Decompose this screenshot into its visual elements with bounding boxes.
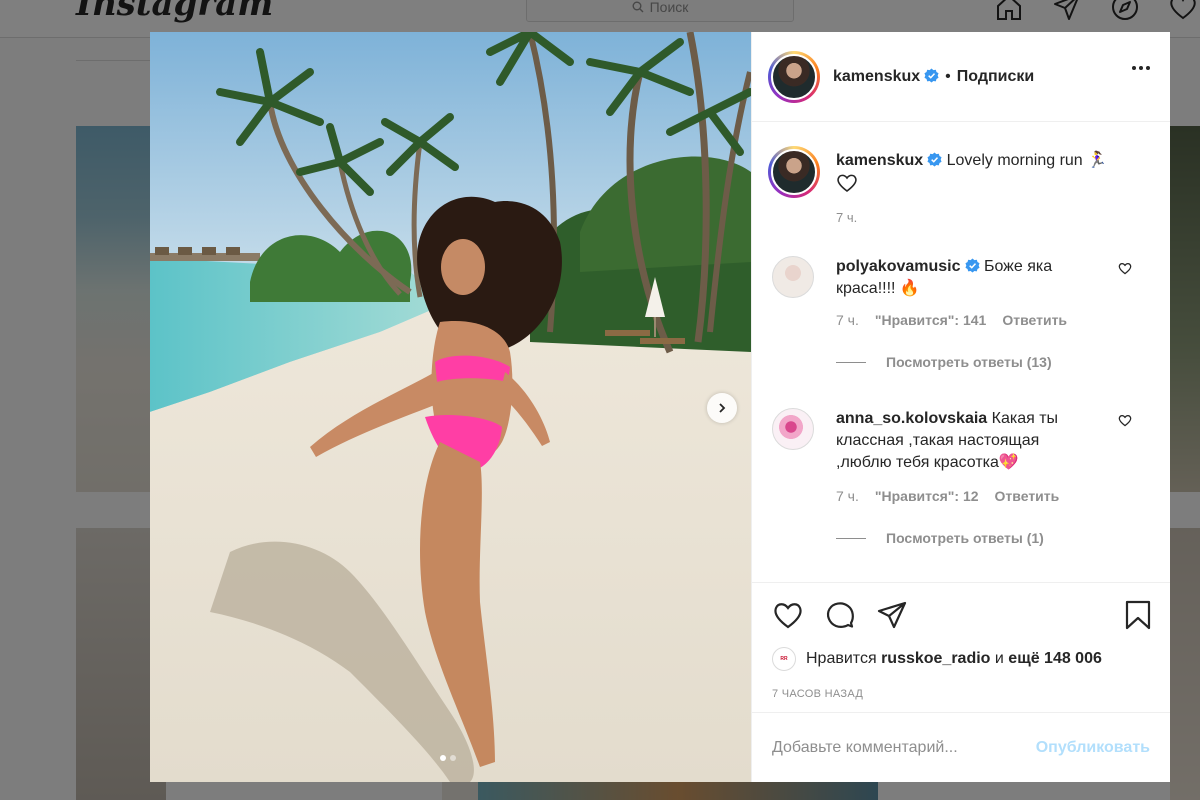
comment-text-block: polyakovamusic Боже яка краса!!!! 🔥 [836, 256, 1086, 300]
comment-time[interactable]: 7 ч. [836, 312, 859, 328]
liker-username[interactable]: russkoe_radio [881, 650, 990, 668]
following-button[interactable]: Подписки [957, 68, 1034, 86]
post-timestamp[interactable]: 7 ЧАСОВ НАЗАД [772, 688, 863, 700]
like-heart-icon[interactable] [772, 599, 804, 631]
carousel-indicator [440, 755, 456, 761]
caption-text: Lovely morning run 🏃‍♀️ [946, 152, 1108, 169]
next-photo-button[interactable] [707, 393, 737, 423]
post-header: kamenskux • Подписки [752, 32, 1170, 122]
comment-text-block: anna_so.kolovskaia Какая ты классная ,та… [836, 408, 1086, 474]
reply-button[interactable]: Ответить [1002, 312, 1067, 328]
reply-button[interactable]: Ответить [995, 488, 1060, 504]
comment-like-heart-icon[interactable] [1118, 262, 1132, 275]
likes-count[interactable]: ещё 148 006 [1008, 650, 1102, 668]
comment-likes[interactable]: "Нравится": 12 [875, 488, 979, 504]
commenter-avatar[interactable] [772, 256, 814, 298]
author-username[interactable]: kamenskux [833, 68, 939, 86]
comment-meta: 7 ч. "Нравится": 141 Ответить [836, 312, 1067, 328]
comment-likes[interactable]: "Нравится": 141 [875, 312, 986, 328]
post-actions: RR Нравится russkoe_radio и ещё 148 006 … [752, 582, 1170, 712]
share-direct-icon[interactable] [876, 599, 908, 631]
header-separator: • [945, 67, 951, 85]
author-avatar[interactable] [768, 50, 820, 103]
verified-badge-icon [964, 258, 980, 273]
liker-avatar[interactable]: RR [772, 647, 796, 671]
view-replies-button[interactable]: Посмотреть ответы (13) [836, 354, 1052, 370]
caption-like-heart-icon[interactable] [836, 173, 858, 193]
view-replies-label: Посмотреть ответы (1) [886, 530, 1044, 546]
carousel-dot [450, 755, 456, 761]
caption-text-block: kamenskux Lovely morning run 🏃‍♀️ [836, 150, 1146, 193]
post-side-panel: kamenskux • Подписки kamenskux Lovely mo… [751, 32, 1170, 782]
view-replies-label: Посмотреть ответы (13) [886, 354, 1052, 370]
action-icons [772, 599, 908, 631]
comment-time[interactable]: 7 ч. [836, 488, 859, 504]
comment-meta: 7 ч. "Нравится": 12 Ответить [836, 488, 1059, 504]
post-modal: kamenskux • Подписки kamenskux Lovely mo… [150, 32, 1170, 782]
verified-badge-icon [924, 67, 939, 83]
verified-badge-icon [927, 152, 942, 167]
beach-photo-illustration [150, 32, 751, 782]
comment-input[interactable] [772, 738, 1036, 757]
caption-username[interactable]: kamenskux [836, 152, 923, 169]
post-photo[interactable] [150, 32, 751, 782]
commenter-username[interactable]: polyakovamusic [836, 258, 961, 275]
carousel-dot-active [440, 755, 446, 761]
likes-prefix: Нравится [806, 650, 877, 667]
commenter-avatar[interactable] [772, 408, 814, 450]
likes-middle: и [994, 650, 1004, 667]
caption-author-avatar[interactable] [768, 146, 820, 198]
save-bookmark-icon[interactable] [1122, 599, 1154, 631]
publish-button[interactable]: Опубликовать [1036, 739, 1150, 757]
caption-time[interactable]: 7 ч. [836, 210, 857, 225]
likes-summary: RR Нравится russkoe_radio и ещё 148 006 [772, 647, 1102, 671]
add-comment-bar: Опубликовать [752, 712, 1170, 782]
chevron-right-icon [719, 403, 726, 413]
view-replies-button[interactable]: Посмотреть ответы (1) [836, 530, 1044, 546]
more-options-icon[interactable] [1132, 66, 1150, 70]
comments-list: kamenskux Lovely morning run 🏃‍♀️ 7 ч. p… [752, 122, 1170, 582]
comment-bubble-icon[interactable] [824, 599, 856, 631]
comment-like-heart-icon[interactable] [1118, 414, 1132, 427]
commenter-username[interactable]: anna_so.kolovskaia [836, 410, 987, 427]
